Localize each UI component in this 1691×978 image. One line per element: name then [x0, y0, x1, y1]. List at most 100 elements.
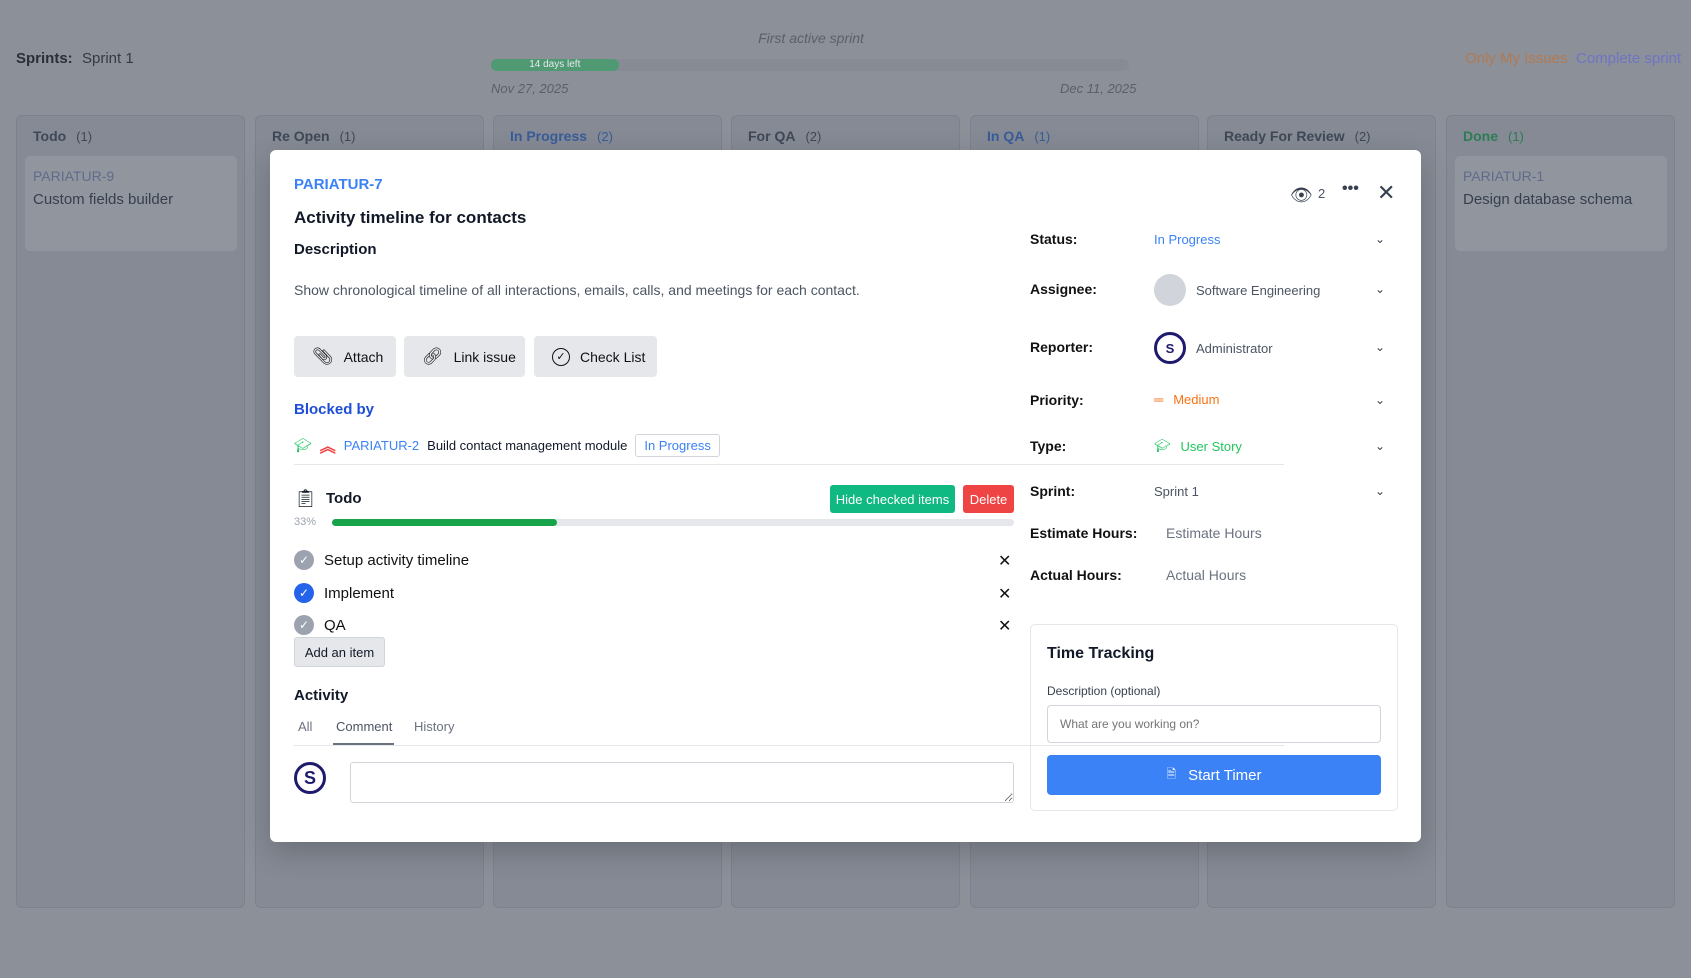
sprints-label: Sprints:: [16, 50, 73, 67]
priority-select[interactable]: ═ Medium: [1154, 392, 1219, 407]
tab-all[interactable]: All: [298, 719, 312, 734]
checklist-label: Check List: [580, 348, 646, 365]
reporter-label: Reporter:: [1030, 339, 1094, 355]
check-icon[interactable]: ✓: [294, 550, 314, 570]
comment-input[interactable]: [350, 762, 1014, 803]
assignee-label: Assignee:: [1030, 281, 1097, 297]
timer-icon: 🗎: [1166, 766, 1177, 781]
chevron-down-icon[interactable]: ⌄: [1375, 232, 1385, 246]
sprint-progress: 14 days left: [491, 59, 1129, 71]
check-circle-icon: ✓: [552, 347, 570, 366]
sprint-end-date: Dec 11, 2025: [1060, 81, 1137, 96]
status-select[interactable]: In Progress: [1154, 232, 1220, 247]
description-label: Description: [294, 241, 377, 258]
type-value: User Story: [1180, 438, 1242, 454]
description-text[interactable]: Show chronological timeline of all inter…: [294, 282, 860, 298]
user-story-icon: 🎓︎: [1154, 438, 1171, 453]
user-avatar: S: [294, 762, 326, 794]
sprint-goal: First active sprint: [758, 30, 864, 46]
estimate-hours-input[interactable]: Estimate Hours: [1166, 525, 1262, 541]
blocked-issue-title: Build contact management module: [427, 437, 628, 453]
checklist-item-text: Setup activity timeline: [324, 551, 470, 569]
start-timer-label: Start Timer: [1188, 766, 1262, 784]
divider: [294, 464, 1284, 465]
issue-key[interactable]: PARIATUR-7: [294, 176, 383, 193]
attach-button[interactable]: 📎︎ Attach: [294, 336, 396, 377]
blocked-issue-key[interactable]: PARIATUR-2: [344, 438, 419, 453]
complete-sprint-link[interactable]: Complete sprint: [1576, 50, 1681, 67]
assignee-select[interactable]: Software Engineering: [1154, 274, 1320, 306]
tab-history[interactable]: History: [414, 719, 454, 734]
medium-priority-icon: ═: [1154, 392, 1164, 407]
add-item-button[interactable]: Add an item: [294, 637, 385, 667]
checklist-item-text: Implement: [324, 584, 395, 602]
time-tracking-panel: Time Tracking Description (optional) 🗎 St…: [1030, 624, 1398, 811]
link-issue-button[interactable]: 🔗︎ Link issue: [404, 336, 525, 377]
link-icon: 🔗︎: [422, 346, 444, 366]
paperclip-icon: 📎︎: [312, 346, 334, 366]
remove-item-icon[interactable]: ✕: [998, 584, 1011, 604]
sprint-select[interactable]: Sprint 1: [1154, 484, 1199, 499]
time-tracking-title: Time Tracking: [1047, 645, 1155, 662]
time-description-label: Description (optional): [1047, 684, 1161, 698]
highest-priority-icon: ︽: [319, 439, 336, 456]
remove-item-icon[interactable]: ✕: [998, 616, 1011, 636]
attach-label: Attach: [343, 348, 384, 365]
eye-icon[interactable]: 👁︎: [1290, 185, 1313, 206]
assignee-value: Software Engineering: [1196, 282, 1321, 298]
check-list-button[interactable]: ✓ Check List: [534, 336, 657, 377]
type-select[interactable]: 🎓︎ User Story: [1154, 438, 1242, 454]
hide-checked-items-button[interactable]: Hide checked items: [830, 485, 955, 513]
checklist-item[interactable]: ✓ Implement: [294, 583, 394, 603]
check-icon[interactable]: ✓: [294, 583, 314, 603]
checklist-item-text: QA: [324, 616, 346, 634]
reporter-value: Administrator: [1196, 340, 1273, 356]
chevron-down-icon[interactable]: ⌄: [1375, 439, 1385, 453]
avatar-placeholder-icon: [1154, 274, 1186, 306]
more-options-icon[interactable]: •••: [1342, 180, 1359, 198]
reporter-avatar: S: [1154, 332, 1186, 364]
time-description-input[interactable]: [1047, 705, 1381, 743]
sprint-progress-fill: 14 days left: [491, 59, 619, 71]
close-icon[interactable]: ✕: [1377, 180, 1395, 206]
chevron-down-icon[interactable]: ⌄: [1375, 393, 1385, 407]
checklist-progress: [332, 519, 1014, 526]
tab-comment[interactable]: Comment: [336, 719, 392, 734]
chevron-down-icon[interactable]: ⌄: [1375, 340, 1385, 354]
checklist-item[interactable]: ✓ Setup activity timeline: [294, 550, 469, 570]
issue-modal: PARIATUR-7 Activity timeline for contact…: [270, 150, 1421, 842]
activity-label: Activity: [294, 687, 349, 704]
chevron-down-icon[interactable]: ⌄: [1375, 484, 1385, 498]
sprint-selector[interactable]: Sprint 1: [82, 50, 134, 67]
delete-checklist-button[interactable]: Delete: [963, 485, 1014, 513]
checklist-item[interactable]: ✓ QA: [294, 615, 346, 635]
checklist-progress-fill: [332, 519, 558, 526]
actual-hours-label: Actual Hours:: [1030, 567, 1122, 583]
priority-value: Medium: [1173, 392, 1220, 407]
checklist-percent: 33%: [294, 516, 317, 528]
checklist-title[interactable]: Todo: [326, 490, 362, 507]
check-icon[interactable]: ✓: [294, 615, 314, 635]
clipboard-check-icon: 📋︎: [294, 488, 317, 508]
sprint-header: First active sprint Sprints: Sprint 1 14…: [0, 0, 1691, 110]
start-timer-button[interactable]: 🗎 Start Timer: [1047, 755, 1381, 795]
status-value: In Progress: [1154, 232, 1221, 247]
reporter-select[interactable]: S Administrator: [1154, 332, 1273, 364]
user-story-icon: 🎓︎: [294, 436, 312, 453]
sprint-label: Sprint:: [1030, 483, 1076, 499]
sprint-value: Sprint 1: [1154, 484, 1199, 499]
status-label: Status:: [1030, 231, 1078, 247]
only-my-issues-link[interactable]: Only My Issues: [1465, 50, 1568, 67]
sprint-start-date: Nov 27, 2025: [491, 81, 569, 96]
watcher-count: 2: [1318, 186, 1326, 201]
issue-title[interactable]: Activity timeline for contacts: [294, 208, 526, 228]
remove-item-icon[interactable]: ✕: [998, 551, 1011, 571]
actual-hours-input[interactable]: Actual Hours: [1166, 567, 1246, 583]
blocked-issue-status: In Progress: [635, 433, 720, 457]
blocked-by-label: Blocked by: [294, 401, 375, 418]
blocked-by-issue[interactable]: 🎓︎ ︽ PARIATUR-2 Build contact management…: [294, 433, 720, 457]
type-label: Type:: [1030, 438, 1067, 454]
priority-label: Priority:: [1030, 392, 1084, 408]
chevron-down-icon[interactable]: ⌄: [1375, 282, 1385, 296]
estimate-hours-label: Estimate Hours:: [1030, 525, 1138, 541]
